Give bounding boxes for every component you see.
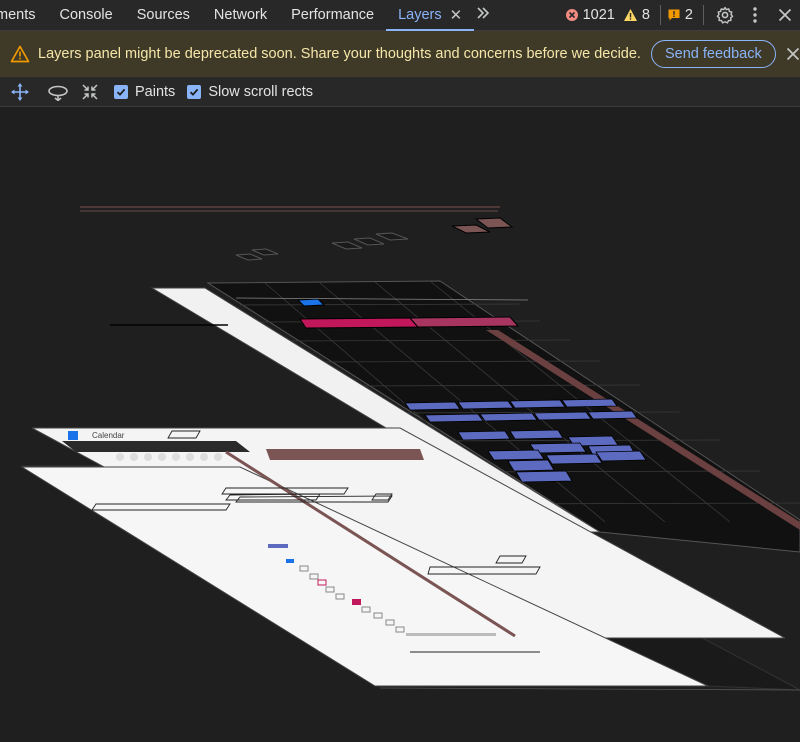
tab-performance[interactable]: Performance [279,0,386,31]
tab-network[interactable]: Network [202,0,279,31]
close-tab-icon[interactable]: ✕ [450,6,463,24]
warning-count: 8 [641,7,650,23]
logo-square [68,431,78,440]
header-bar [62,441,250,452]
divider [703,5,704,25]
warning-triangle-icon [10,45,30,63]
tab-layers[interactable]: Layers ✕ [386,0,475,31]
devtools-tabbar: ments Console Sources Network Performanc… [0,0,800,31]
checkbox-checked-icon[interactable] [114,84,128,99]
tab-label: Network [213,7,268,23]
tab-label: ments [0,7,36,23]
layer-tile [474,217,514,229]
rotate-mode-icon[interactable] [42,77,74,107]
page-title-fragment: Calendar [92,431,125,440]
close-devtools-icon[interactable] [770,0,800,31]
paints-label: Paints [135,83,176,100]
tab-label: Console [59,7,113,23]
tab-label: Performance [291,7,375,23]
slow-scroll-rects-label: Slow scroll rects [208,83,314,100]
more-options-icon[interactable] [740,0,770,31]
divider [659,5,661,25]
layers-toolbar: Paints Slow scroll rects [0,77,800,107]
tab-sources[interactable]: Sources [125,0,202,31]
layer-tile [331,241,363,250]
layer-outline [379,687,800,691]
more-tabs-icon[interactable] [474,6,498,25]
reset-transform-icon[interactable] [74,77,106,107]
issue-icon [667,8,681,22]
checkbox-checked-icon[interactable] [187,84,202,99]
layer-tile [375,232,409,241]
event-layer [408,316,520,328]
error-icon [565,8,579,22]
send-feedback-button[interactable]: Send feedback [650,40,776,68]
issues-counter[interactable]: 2 [667,7,693,23]
issue-count: 2 [684,7,693,23]
layer-tile [251,248,279,256]
tab-console[interactable]: Console [48,0,125,31]
warning-counter[interactable]: 8 [623,7,650,23]
error-count: 1021 [582,7,615,23]
status-counters: 1021 8 2 [565,0,800,31]
deprecation-banner: Layers panel might be deprecated soon. S… [0,31,800,77]
event-layer [299,317,420,329]
paints-checkbox[interactable]: Paints [114,84,175,100]
layer-tile [235,253,263,261]
warning-icon [623,8,638,22]
layers-canvas[interactable]: Calendar [0,107,800,742]
tab-label: Sources [136,7,190,23]
layer-tile [353,237,385,246]
pan-mode-icon[interactable] [10,77,30,107]
tab-elements[interactable]: ments [0,0,48,31]
layer-tile [451,224,491,234]
error-counter[interactable]: 1021 [565,7,615,23]
layers-3d-viewport[interactable]: Calendar [0,107,800,742]
banner-message: Layers panel might be deprecated soon. S… [38,46,641,62]
close-banner-icon[interactable] [786,47,800,61]
slow-scroll-rects-checkbox[interactable]: Slow scroll rects [187,84,313,100]
header-brown-bar [266,449,424,460]
settings-gear-icon[interactable] [710,0,740,31]
tab-label: Layers [398,7,442,23]
